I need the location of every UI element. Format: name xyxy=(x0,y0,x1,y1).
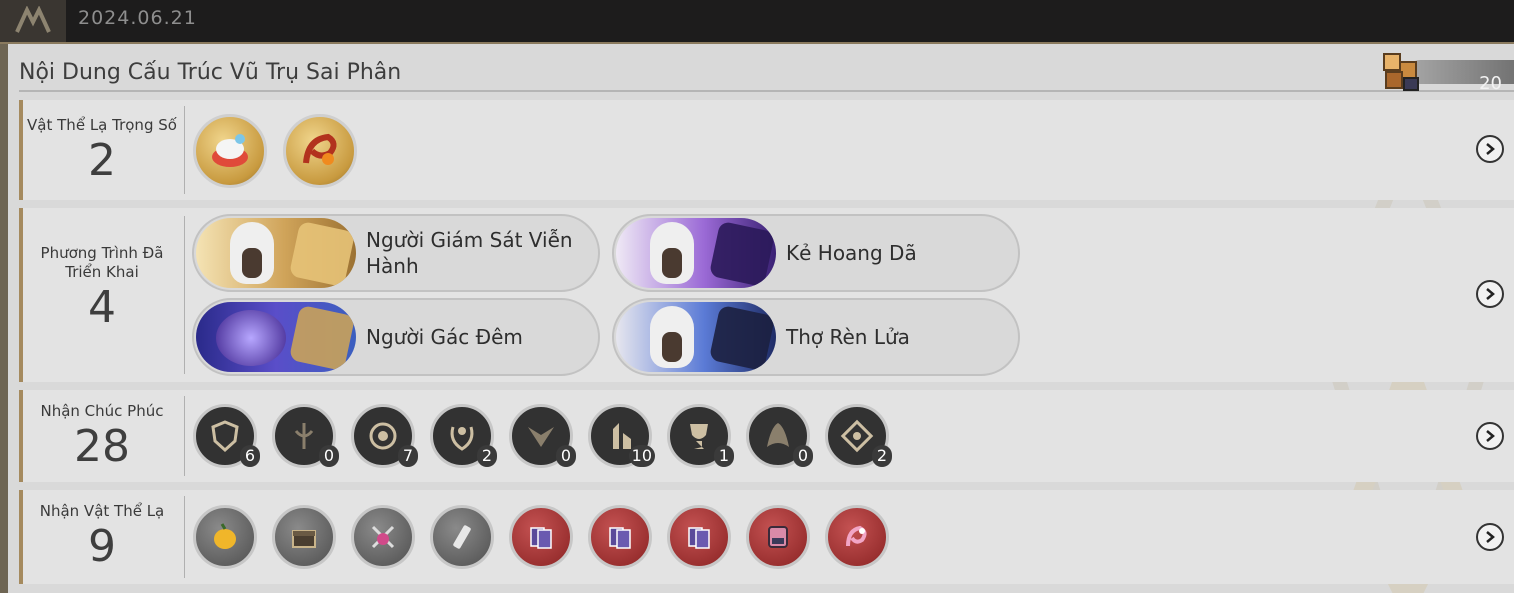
abundance-laurel-icon[interactable]: 2 xyxy=(430,404,497,468)
propagation-icon[interactable]: 0 xyxy=(746,404,813,468)
section-count: 9 xyxy=(88,521,116,572)
blessing-count: 10 xyxy=(628,445,655,467)
equation-art xyxy=(616,302,776,372)
equation-pill[interactable]: Người Gác Đêm xyxy=(192,298,600,376)
counter-value: 20 xyxy=(1479,73,1502,94)
preservation-shield-icon[interactable]: 6 xyxy=(193,404,260,468)
equation-pill[interactable]: Người Giám Sát Viễn Hành xyxy=(192,214,600,292)
panel-title: Nội Dung Cấu Trúc Vũ Trụ Sai Phân xyxy=(19,60,402,85)
section-divider xyxy=(184,216,185,374)
equation-name: Thợ Rèn Lửa xyxy=(786,325,910,349)
expand-arrow-button[interactable] xyxy=(1476,422,1504,450)
section-weighted-curios: Vật Thể Lạ Trọng Số 2 xyxy=(19,100,1514,200)
expand-arrow-button[interactable] xyxy=(1476,135,1504,163)
section-divider xyxy=(184,106,185,194)
dragon-curio-icon[interactable] xyxy=(283,114,357,188)
section-count: 28 xyxy=(74,421,130,472)
section-label: Nhận Chúc Phúc 28 xyxy=(23,402,181,473)
blessing-count: 0 xyxy=(556,445,576,467)
blessing-count: 2 xyxy=(872,445,892,467)
blessing-count: 6 xyxy=(240,445,260,467)
elation-trophy-icon[interactable]: 1 xyxy=(667,404,734,468)
section-count: 4 xyxy=(88,282,116,333)
section-deployed-equations: Phương Trình Đã Triển Khai 4 Người Giám … xyxy=(19,208,1514,382)
golden-fruit-icon[interactable] xyxy=(193,505,257,569)
section-obtained-curios: Nhận Vật Thể Lạ 9 xyxy=(19,490,1514,584)
blessing-count: 0 xyxy=(319,445,339,467)
chevron-right-icon xyxy=(1486,288,1495,300)
blessing-count: 2 xyxy=(477,445,497,467)
top-bar: 2024.06.21 xyxy=(0,0,1514,44)
chevron-right-icon xyxy=(1486,143,1495,155)
section-label: Phương Trình Đã Triển Khai 4 xyxy=(23,244,181,334)
content-panel: Nội Dung Cấu Trúc Vũ Trụ Sai Phân 20 Vật… xyxy=(8,44,1514,593)
date-text: 2024.06.21 xyxy=(78,7,197,29)
section-title: Nhận Vật Thể Lạ xyxy=(39,502,165,520)
paint-tube-icon[interactable] xyxy=(430,505,494,569)
section-divider xyxy=(184,496,185,578)
pink-machine-icon[interactable] xyxy=(746,505,810,569)
equation-art xyxy=(616,218,776,288)
section-label: Vật Thể Lạ Trọng Số 2 xyxy=(23,116,181,187)
blessing-count: 0 xyxy=(793,445,813,467)
section-divider xyxy=(184,396,185,476)
destruction-icon[interactable]: 10 xyxy=(588,404,655,468)
section-blessings: Nhận Chúc Phúc 28 6 0 7 2 0 10 1 0 2 xyxy=(19,390,1514,482)
remembrance-icon[interactable]: 0 xyxy=(272,404,339,468)
currency-counter: 20 xyxy=(1378,48,1514,94)
equation-pill[interactable]: Thợ Rèn Lửa xyxy=(612,298,1020,376)
section-label: Nhận Vật Thể Lạ 9 xyxy=(23,502,181,573)
equation-name: Người Gác Đêm xyxy=(366,325,523,349)
cards-icon[interactable] xyxy=(509,505,573,569)
chevron-right-icon xyxy=(1486,531,1495,543)
blessing-count: 1 xyxy=(714,445,734,467)
section-count: 2 xyxy=(88,135,116,186)
pink-dragon-icon[interactable] xyxy=(825,505,889,569)
section-title: Phương Trình Đã Triển Khai xyxy=(40,244,164,281)
cards-icon[interactable] xyxy=(667,505,731,569)
nihility-eye-icon[interactable]: 7 xyxy=(351,404,418,468)
expand-arrow-button[interactable] xyxy=(1476,280,1504,308)
title-divider xyxy=(19,90,1514,92)
equation-name: Người Giám Sát Viễn Hành xyxy=(366,228,573,278)
section-title: Nhận Chúc Phúc xyxy=(40,402,164,420)
blessing-count: 7 xyxy=(398,445,418,467)
equation-art xyxy=(196,218,356,288)
cards-icon[interactable] xyxy=(588,505,652,569)
equation-pill[interactable]: Kẻ Hoang Dã xyxy=(612,214,1020,292)
left-edge xyxy=(0,44,8,593)
expand-arrow-button[interactable] xyxy=(1476,523,1504,551)
erudition-icon[interactable]: 2 xyxy=(825,404,892,468)
hunt-icon[interactable]: 0 xyxy=(509,404,576,468)
potion-sword-icon[interactable] xyxy=(351,505,415,569)
section-title: Vật Thể Lạ Trọng Số xyxy=(27,116,177,134)
chevron-right-icon xyxy=(1486,430,1495,442)
chef-hat-curio-icon[interactable] xyxy=(193,114,267,188)
equation-art xyxy=(196,302,356,372)
logo-icon xyxy=(0,0,66,42)
treasure-chest-icon[interactable] xyxy=(272,505,336,569)
cube-currency-icon xyxy=(1383,53,1419,91)
equation-name: Kẻ Hoang Dã xyxy=(786,241,917,265)
